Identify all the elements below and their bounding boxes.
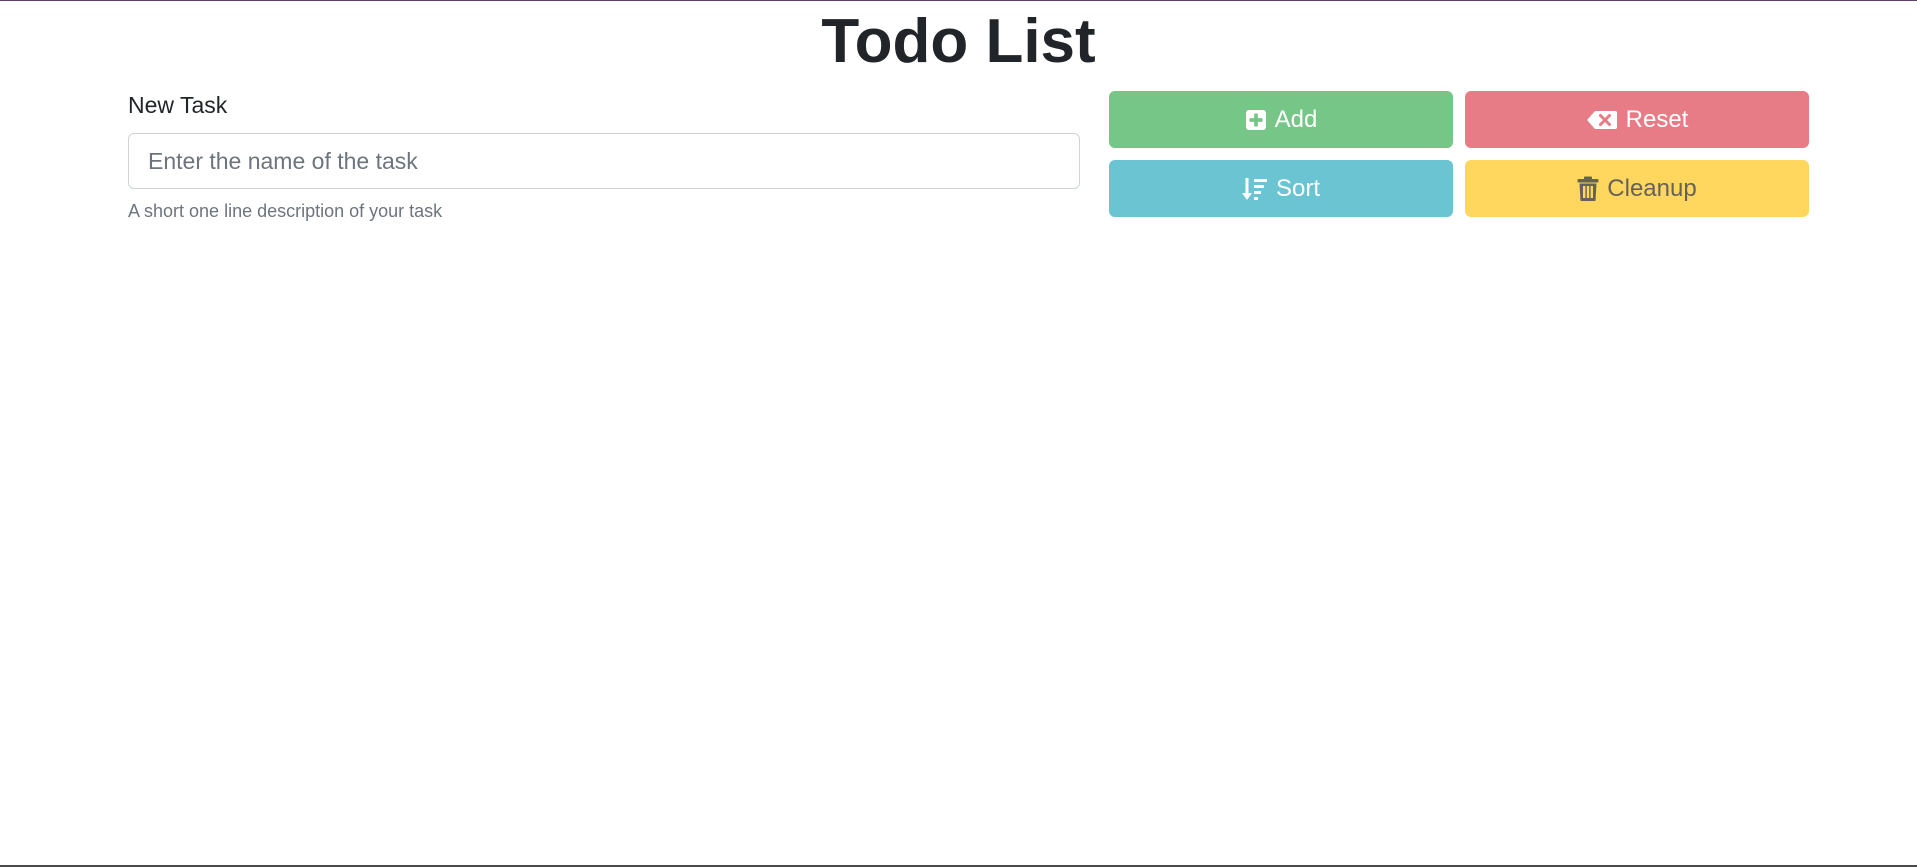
plus-square-icon [1245, 109, 1267, 131]
top-border [0, 0, 1917, 1]
backspace-icon [1586, 110, 1618, 130]
add-button[interactable]: Add [1109, 91, 1453, 148]
sort-button[interactable]: Sort [1109, 160, 1453, 217]
reset-button[interactable]: Reset [1465, 91, 1809, 148]
sort-button-label: Sort [1275, 174, 1320, 202]
reset-button-label: Reset [1625, 105, 1689, 133]
task-name-input[interactable] [128, 133, 1080, 189]
new-task-label: New Task [128, 92, 228, 118]
sort-down-icon [1241, 177, 1268, 201]
task-help-text: A short one line description of your tas… [128, 201, 443, 221]
page-title: Todo List [821, 7, 1096, 76]
cleanup-button-label: Cleanup [1607, 174, 1697, 202]
cleanup-button[interactable]: Cleanup [1465, 160, 1809, 217]
trash-icon [1577, 176, 1599, 202]
add-button-label: Add [1274, 105, 1318, 133]
